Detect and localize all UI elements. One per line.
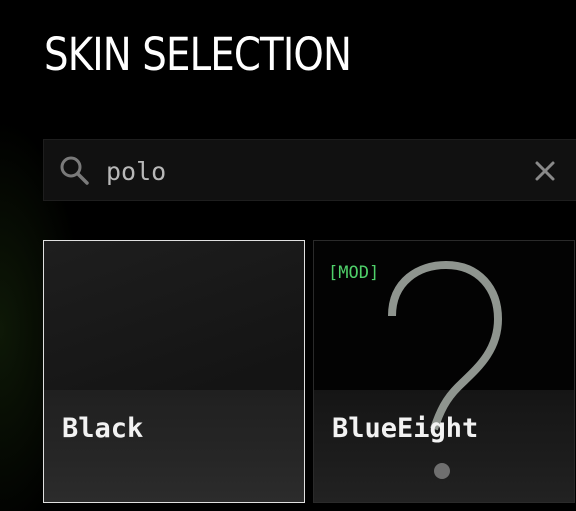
card-label-band xyxy=(44,390,304,502)
search-bar[interactable] xyxy=(43,139,576,201)
skin-name: BlueEight xyxy=(332,413,479,444)
skin-name: Black xyxy=(62,413,144,444)
search-icon xyxy=(60,156,89,185)
mod-badge: [MOD] xyxy=(328,263,380,283)
question-mark-icon xyxy=(388,261,503,479)
close-icon[interactable] xyxy=(532,158,558,184)
page-title: SKIN SELECTION xyxy=(44,28,352,81)
search-input[interactable] xyxy=(106,152,506,190)
skin-card-blueeight[interactable]: [MOD] BlueEight xyxy=(313,240,575,503)
skin-card-black[interactable]: Black xyxy=(43,240,305,503)
